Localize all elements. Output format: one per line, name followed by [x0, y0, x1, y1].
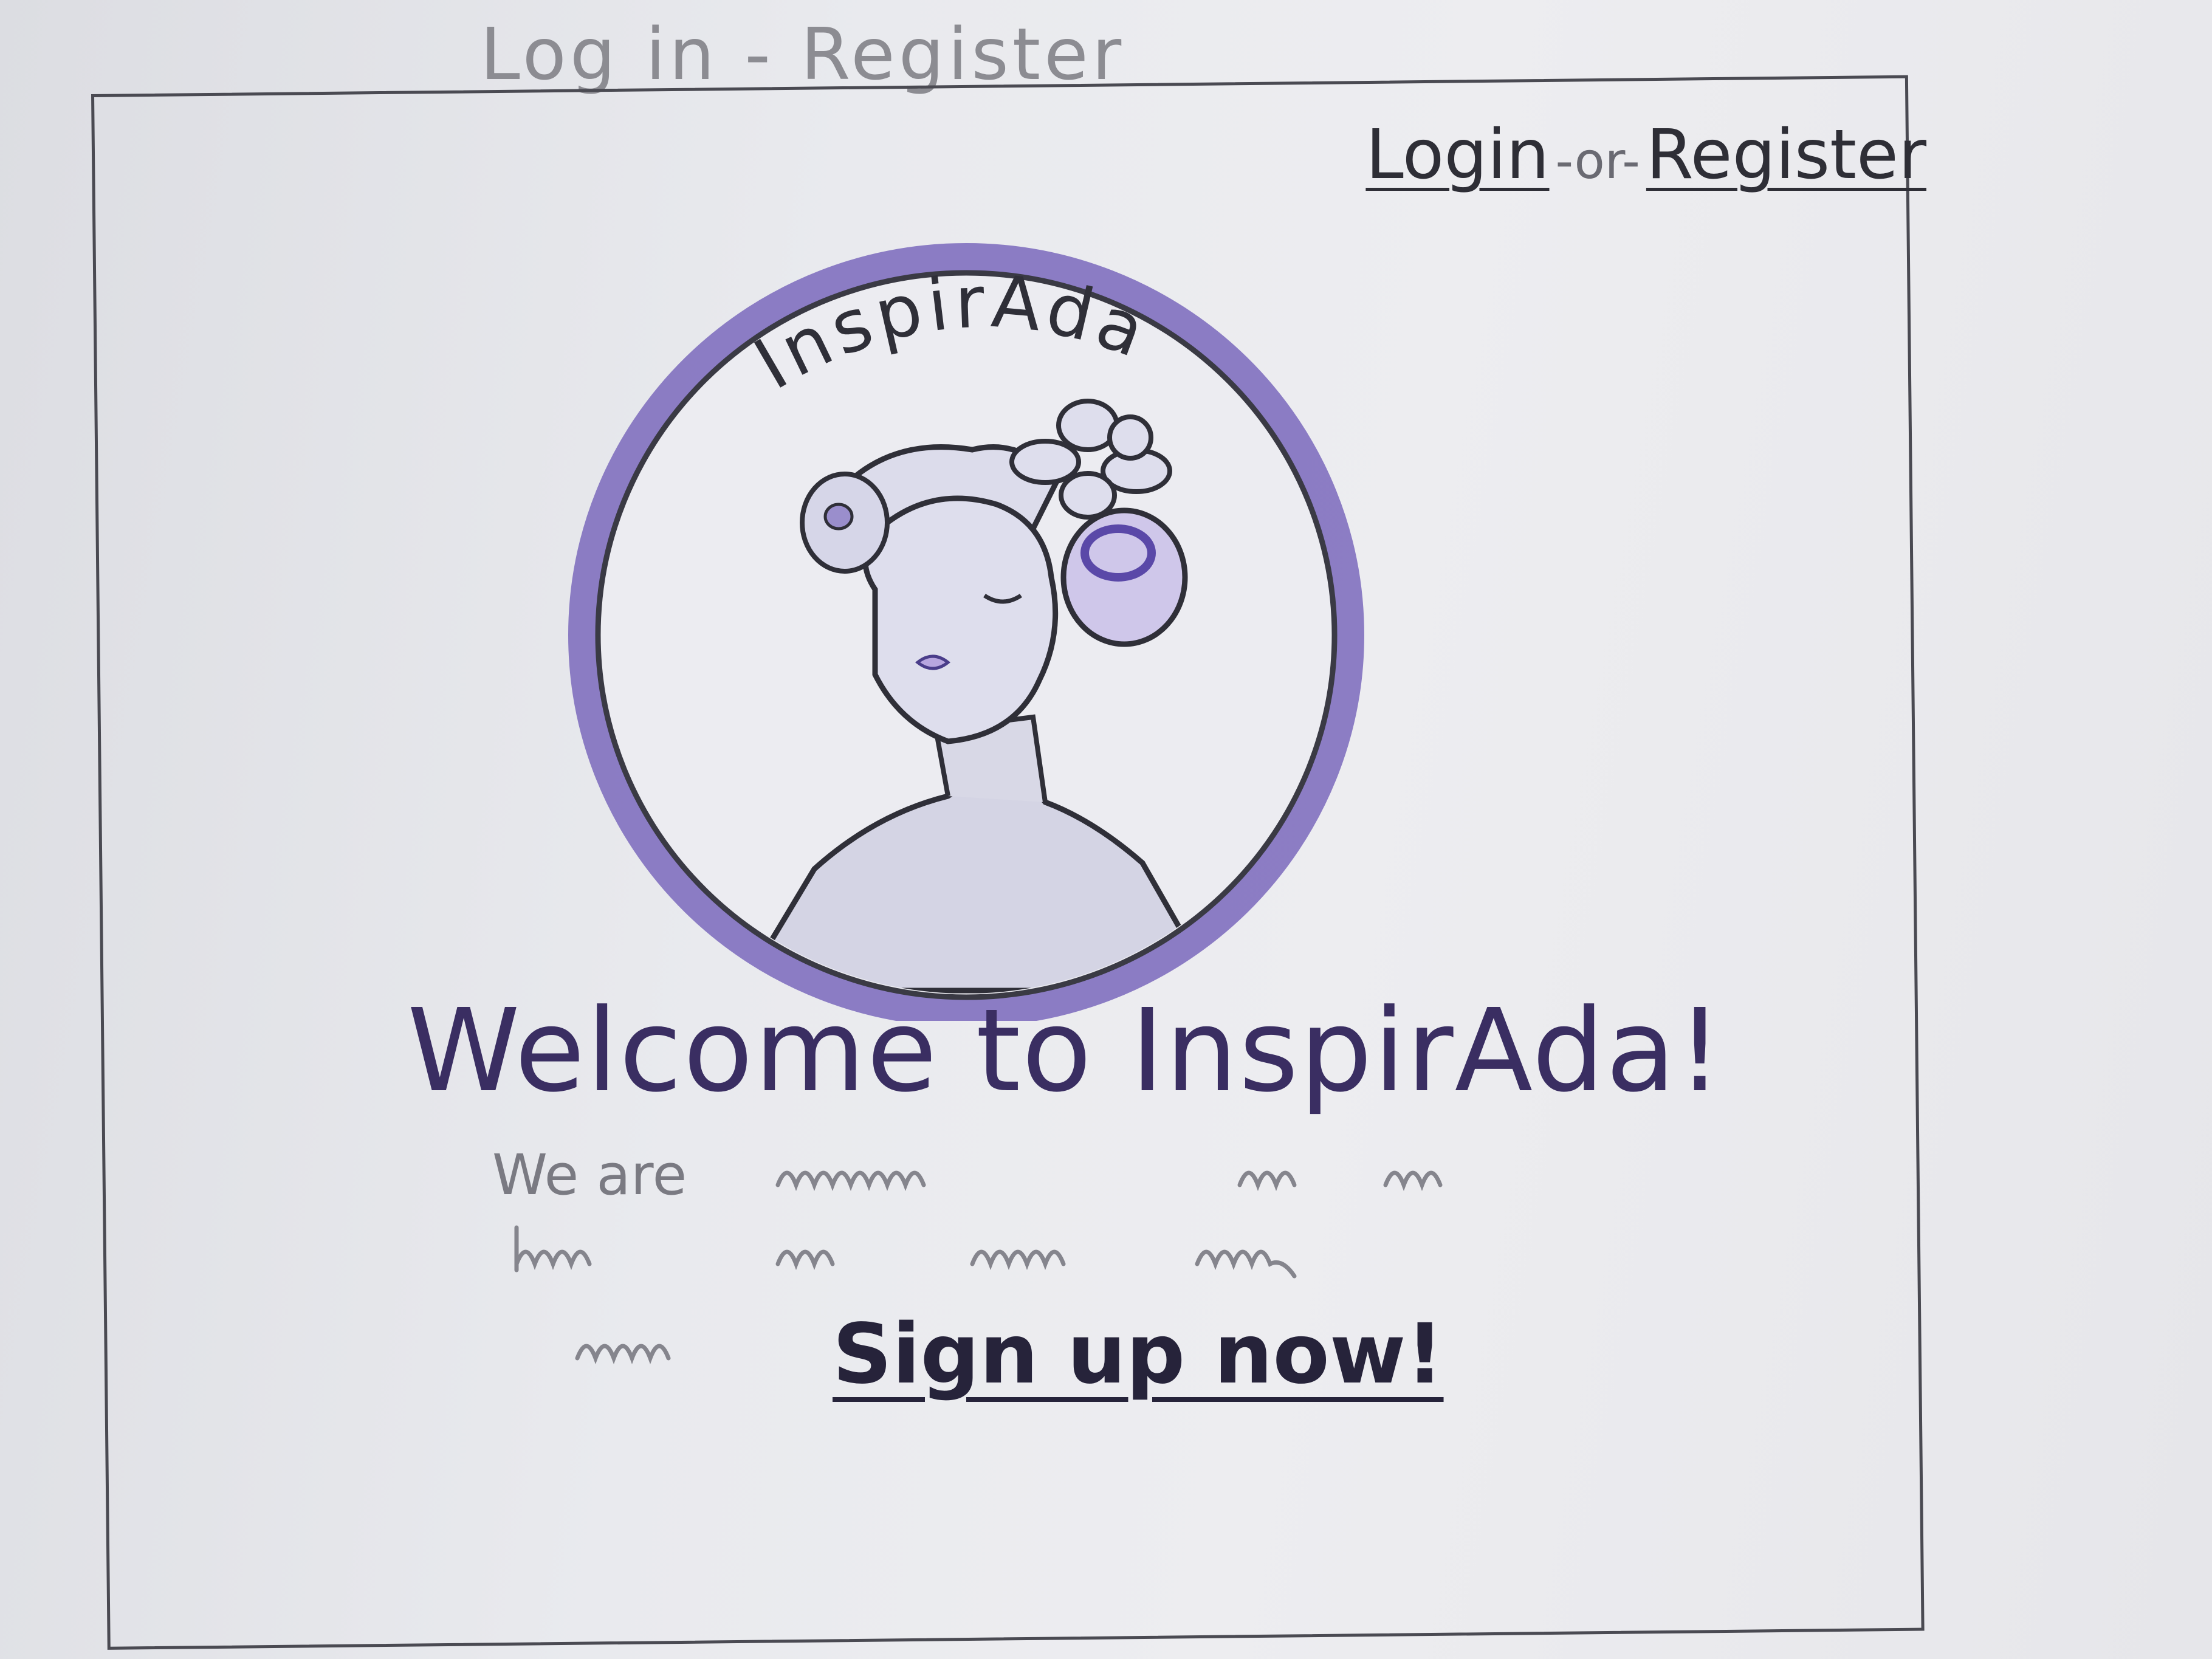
- login-link[interactable]: Login: [1365, 115, 1549, 194]
- register-link[interactable]: Register: [1646, 115, 1926, 194]
- paper-background: Log in - Register Login -or-Register Ins…: [0, 0, 2212, 1659]
- inspirada-logo: InspirAda: [568, 243, 1364, 1021]
- nav-separator: -or-: [1555, 132, 1640, 190]
- sheet-title: Log in - Register: [480, 12, 1125, 96]
- welcome-heading: Welcome to InspirAda!: [407, 984, 1724, 1118]
- signup-link[interactable]: Sign up now!: [833, 1307, 1444, 1403]
- auth-nav: Login -or-Register: [1365, 115, 1926, 194]
